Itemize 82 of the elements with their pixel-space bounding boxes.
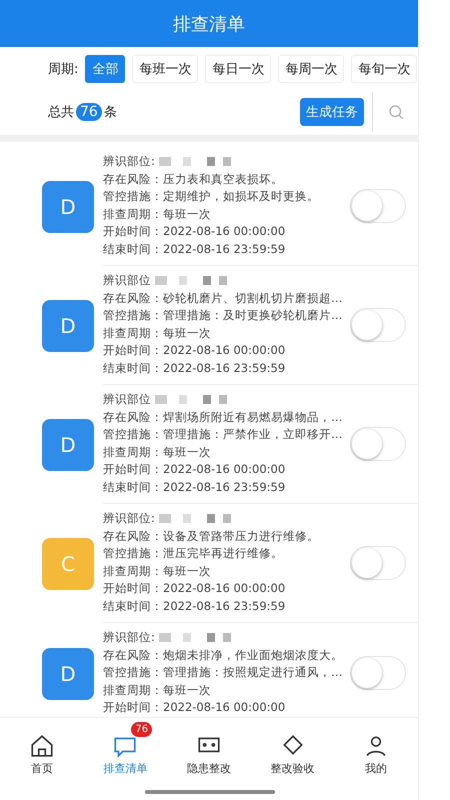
field-value: 2022-08-16 00:00:00 <box>163 580 286 597</box>
field-value: 炮烟未排净，作业面炮烟浓度大。 <box>163 646 343 664</box>
generate-task-button[interactable]: 生成任务 <box>300 98 364 126</box>
field-label: 存在风险： <box>103 290 163 306</box>
toggle-switch[interactable] <box>350 546 406 580</box>
total-count: 76 <box>76 103 102 121</box>
field-value: 管理措施：严禁作业，立即移开… <box>163 426 342 443</box>
field-label: 管控措施： <box>103 188 163 205</box>
search-icon <box>386 103 404 121</box>
field-label: 开始时间： <box>103 699 163 716</box>
nav-tab[interactable]: 整改验收 <box>250 718 334 790</box>
field-label: 排查周期： <box>103 444 163 460</box>
field-label: 排查周期： <box>103 324 163 342</box>
field-label: 存在风险： <box>103 408 163 426</box>
grade-avatar: D <box>42 300 94 352</box>
field-label: 辨识部位 <box>103 272 151 289</box>
field-value: 每班一次 <box>163 206 211 222</box>
field-value: 焊割场所附近有易燃易爆物品，… <box>163 408 342 426</box>
field-label: 开始时间： <box>103 342 163 359</box>
field-value: 压力表和真空表损坏。 <box>163 170 283 188</box>
total-label: 总共 <box>48 104 74 121</box>
page-title: 排查清单 <box>0 0 418 47</box>
field-value: 每班一次 <box>163 324 211 342</box>
field-label: 开始时间： <box>103 223 163 240</box>
field-value: 2022-08-16 23:59:59 <box>163 598 286 614</box>
field-label: 管控措施： <box>103 307 163 324</box>
field-label: 结束时间： <box>103 478 163 496</box>
field-label: 排查周期： <box>103 562 163 580</box>
field-label: 排查周期： <box>103 682 163 698</box>
total-unit: 条 <box>104 104 117 121</box>
grade-avatar: C <box>42 538 94 590</box>
grade-avatar: D <box>42 418 94 470</box>
field-label: 结束时间： <box>103 240 163 258</box>
filter-chip[interactable]: 每旬一次 <box>351 55 418 83</box>
filter-label: 周期: <box>48 61 78 78</box>
field-value: 定期维护，如损坏及时更换。 <box>163 188 319 205</box>
field-label: 排查周期： <box>103 206 163 222</box>
field-value: 2022-08-16 00:00:00 <box>163 461 286 478</box>
field-value: 2022-08-16 23:59:59 <box>163 478 286 496</box>
field-label: 辨识部位: <box>103 510 155 527</box>
field-label: 管控措施： <box>103 664 163 681</box>
field-value: 2022-08-16 23:59:59 <box>163 360 286 376</box>
field-value: 管理措施：按照规定进行通风，… <box>163 664 342 681</box>
filter-chip[interactable]: 每日一次 <box>205 55 272 83</box>
toggle-switch[interactable] <box>350 426 406 460</box>
field-label: 存在风险： <box>103 646 163 664</box>
field-label: 开始时间： <box>103 580 163 597</box>
field-value: 2022-08-16 00:00:00 <box>163 223 286 240</box>
field-value: 2022-08-16 00:00:00 <box>163 699 286 716</box>
field-label: 结束时间： <box>103 598 163 614</box>
toggle-switch[interactable] <box>350 656 406 690</box>
field-value: 每班一次 <box>163 444 211 460</box>
field-label: 结束时间： <box>103 360 163 376</box>
notification-badge: 76 <box>131 722 152 737</box>
field-value: 设备及管路带压力进行维修。 <box>163 528 319 544</box>
field-value: 泄压完毕再进行维修。 <box>163 545 283 562</box>
field-label: 存在风险： <box>103 170 163 188</box>
toggle-switch[interactable] <box>350 308 406 342</box>
field-label: 辨识部位: <box>103 153 155 170</box>
grade-avatar: D <box>42 648 94 700</box>
field-value: 每班一次 <box>163 562 211 580</box>
nav-tab[interactable]: 首页 <box>0 718 84 790</box>
field-label: 管控措施： <box>103 426 163 443</box>
nav-tab[interactable]: 我的 <box>334 718 418 790</box>
toggle-switch[interactable] <box>350 188 406 222</box>
grade-avatar: D <box>42 180 94 232</box>
field-label: 存在风险： <box>103 528 163 544</box>
nav-tab[interactable]: 隐患整改 <box>167 718 251 790</box>
nav-tab[interactable]: 排查清单 76 <box>84 718 168 790</box>
field-value: 砂轮机磨片、切割机切片磨损超… <box>163 290 342 306</box>
filter-chip[interactable]: 每班一次 <box>132 55 198 83</box>
field-value: 2022-08-16 23:59:59 <box>163 240 286 258</box>
filter-chip[interactable]: 全部 <box>85 55 126 83</box>
field-label: 辨识部位: <box>103 629 155 646</box>
home-icon <box>28 732 55 758</box>
filter-chip[interactable]: 每周一次 <box>278 55 344 83</box>
field-value: 管理措施：及时更换砂轮机磨片… <box>163 307 342 324</box>
field-value: 每班一次 <box>163 682 211 698</box>
field-label: 开始时间： <box>103 461 163 478</box>
field-label: 管控措施： <box>103 545 163 562</box>
field-value: 2022-08-16 00:00:00 <box>163 342 286 359</box>
field-label: 辨识部位 <box>103 391 151 408</box>
